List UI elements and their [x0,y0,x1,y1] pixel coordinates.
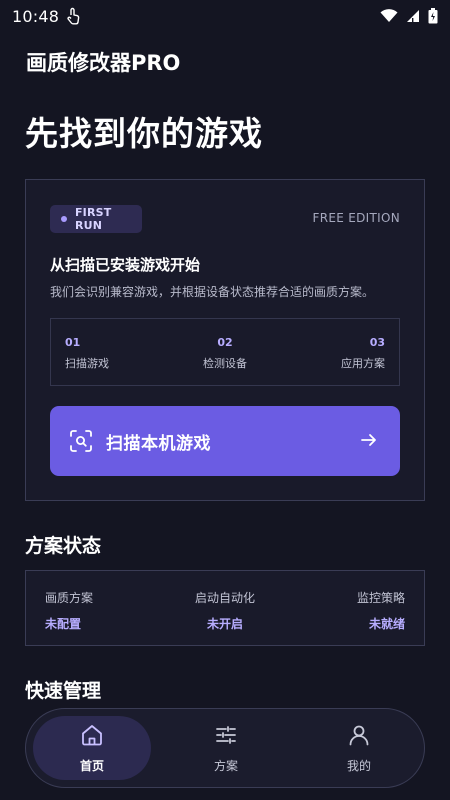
stat-quality-plan: 画质方案 未配置 [45,571,93,645]
step-detect: 02 检测设备 [203,319,247,385]
touch-gesture-icon [65,7,81,25]
status-time: 10:48 [12,6,60,26]
step-apply: 03 应用方案 [341,319,385,385]
app-title: 画质修改器PRO [26,51,181,75]
stat-label: 启动自动化 [194,591,255,605]
badge-label: FIRST RUN [74,206,112,232]
wifi-icon [380,9,398,23]
onboarding-card: FIRST RUN FREE EDITION 从扫描已安装游戏开始 我们会识别兼… [25,179,425,501]
stat-monitor-policy: 监控策略 未就绪 [357,571,405,645]
sliders-icon [214,723,238,751]
stat-value: 未就绪 [368,617,405,631]
signal-icon [406,9,420,23]
step-label: 应用方案 [341,357,385,370]
bottom-nav: 首页 方案 我的 [25,708,425,788]
scan-button-label: 扫描本机游戏 [106,433,211,454]
stat-auto-launch: 启动自动化 未开启 [195,571,255,645]
stat-value: 未配置 [45,617,82,631]
first-run-badge: FIRST RUN [50,205,142,233]
card-heading: 从扫描已安装游戏开始 [50,256,201,274]
steps-panel: 01 扫描游戏 02 检测设备 03 应用方案 [50,318,400,386]
scan-icon [70,430,92,452]
nav-label-home: 首页 [79,758,104,773]
user-icon [347,723,371,751]
step-scan: 01 扫描游戏 [65,319,109,385]
battery-icon [428,8,438,24]
step-label: 检测设备 [203,357,247,370]
nav-item-profile[interactable]: 我的 [300,716,418,780]
scan-games-button[interactable]: 扫描本机游戏 [50,406,400,476]
card-description: 我们会识别兼容游戏，并根据设备状态推荐合适的画质方案。 [50,285,375,299]
step-number: 02 [217,336,233,349]
plan-status-card: 画质方案 未配置 启动自动化 未开启 监控策略 未就绪 [25,570,425,646]
step-number: 01 [65,336,81,349]
plan-status-title: 方案状态 [25,535,102,557]
arrow-right-icon [360,431,378,453]
step-number: 03 [369,336,385,349]
nav-item-plans[interactable]: 方案 [167,716,285,780]
page-title: 先找到你的游戏 [25,114,263,153]
status-bar: 10:48 [0,0,450,32]
nav-item-home[interactable]: 首页 [33,716,151,780]
home-icon [80,723,104,751]
edition-label: FREE EDITION [312,211,400,225]
stat-label: 监控策略 [356,591,405,605]
nav-label-plans: 方案 [213,758,238,773]
step-label: 扫描游戏 [65,357,109,370]
badge-dot-icon [61,216,67,222]
quick-manage-title: 快速管理 [25,680,102,702]
stat-label: 画质方案 [45,591,94,605]
stat-value: 未开启 [206,617,243,631]
nav-label-profile: 我的 [346,758,371,773]
